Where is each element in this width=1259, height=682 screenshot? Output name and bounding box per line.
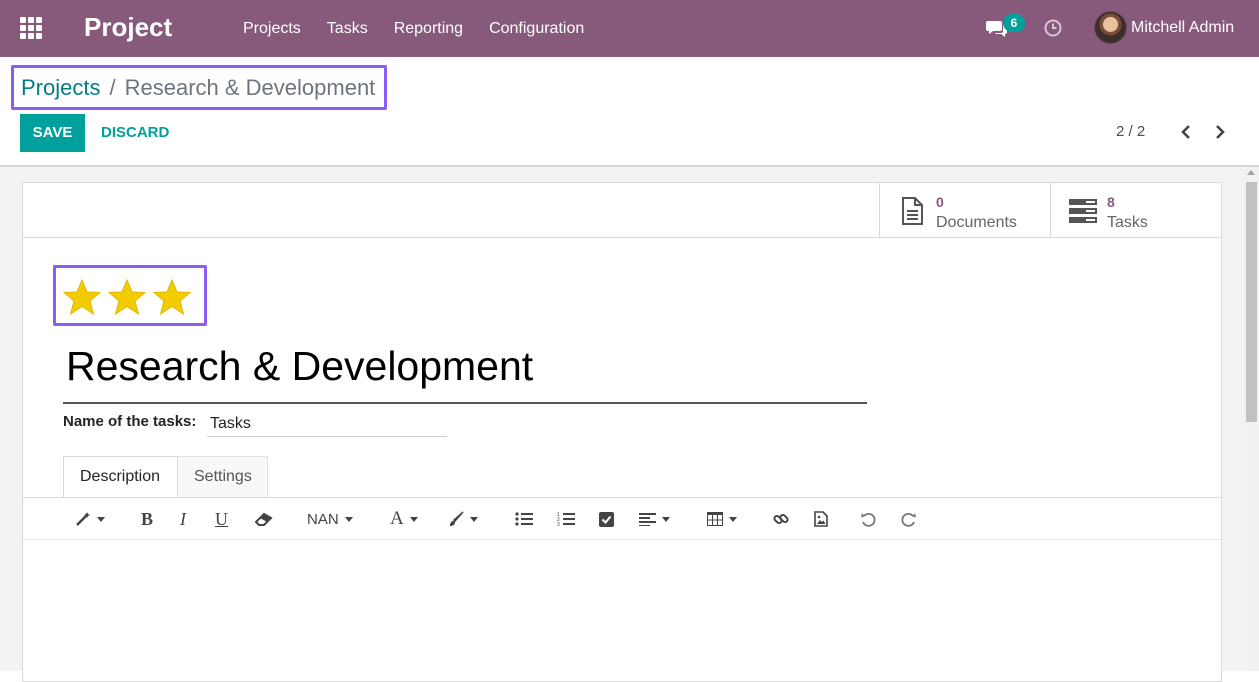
eraser-icon: [255, 512, 273, 526]
form-sheet: 0 Documents 8 Tasks Research & Developme…: [22, 182, 1222, 682]
documents-count: 0: [936, 194, 944, 210]
app-title[interactable]: Project: [84, 12, 172, 43]
activity-clock-icon[interactable]: [1044, 19, 1062, 37]
align-left-icon: [639, 513, 656, 526]
bullet-list-icon: [515, 512, 533, 526]
breadcrumb-projects-link[interactable]: Projects: [21, 75, 100, 101]
bullet-list-button[interactable]: [515, 508, 533, 530]
user-name[interactable]: Mitchell Admin: [1131, 19, 1234, 37]
undo-icon: [861, 512, 876, 527]
font-size-dropdown[interactable]: NAN: [307, 508, 353, 530]
table-dropdown[interactable]: [707, 508, 737, 530]
link-button[interactable]: [773, 508, 789, 530]
highlight-color-button[interactable]: [448, 508, 478, 530]
star-icon[interactable]: [153, 279, 191, 315]
tasks-label: Tasks: [1107, 214, 1148, 231]
editor-toolbar: B I U NAN A 1 2 3: [23, 498, 1221, 540]
checklist-button[interactable]: [599, 508, 614, 530]
save-button[interactable]: SAVE: [20, 114, 85, 152]
tab-description[interactable]: Description: [63, 456, 178, 498]
tasks-name-input[interactable]: [207, 411, 447, 437]
pager-value[interactable]: 2 / 2: [1116, 123, 1145, 140]
magic-wand-icon: [76, 512, 90, 526]
breadcrumb-separator: /: [109, 74, 116, 100]
redo-button[interactable]: [901, 508, 916, 530]
image-button[interactable]: [814, 508, 828, 530]
align-dropdown[interactable]: [639, 508, 670, 530]
numbered-list-icon: 1 2 3: [557, 512, 575, 527]
tasks-smart-button[interactable]: 8 Tasks: [1050, 183, 1221, 238]
tasks-count: 8: [1107, 194, 1115, 210]
menu-item-tasks[interactable]: Tasks: [327, 20, 368, 38]
font-color-button[interactable]: A: [390, 508, 418, 530]
apps-menu-icon[interactable]: [20, 17, 42, 39]
link-icon: [773, 513, 789, 525]
main-menu: Projects Tasks Reporting Configuration: [243, 0, 610, 57]
magic-wand-button[interactable]: [75, 508, 105, 530]
menu-item-configuration[interactable]: Configuration: [489, 20, 584, 38]
messages-count-badge: 6: [1003, 14, 1025, 32]
scrollbar-thumb[interactable]: [1246, 182, 1257, 422]
scroll-up-icon[interactable]: [1247, 170, 1255, 175]
numbered-list-button[interactable]: 1 2 3: [557, 508, 575, 530]
image-icon: [814, 511, 828, 527]
priority-widget: [53, 265, 207, 326]
breadcrumb: Projects / Research & Development: [11, 65, 387, 110]
undo-button[interactable]: [861, 508, 876, 530]
discard-button[interactable]: DISCARD: [101, 114, 169, 152]
star-icon[interactable]: [108, 279, 146, 315]
title-underline: [63, 402, 867, 404]
chevron-left-icon[interactable]: [1178, 123, 1194, 141]
chevron-right-icon[interactable]: [1212, 123, 1228, 141]
redo-icon: [901, 512, 916, 527]
record-title-field[interactable]: Research & Development: [66, 343, 533, 390]
svg-text:3: 3: [557, 522, 560, 527]
top-navbar: Project Projects Tasks Reporting Configu…: [0, 0, 1259, 57]
underline-button[interactable]: U: [215, 508, 228, 530]
star-icon[interactable]: [63, 279, 101, 315]
paintbrush-icon: [450, 511, 464, 526]
table-icon: [707, 512, 723, 526]
italic-button[interactable]: I: [180, 508, 186, 530]
documents-smart-button[interactable]: 0 Documents: [879, 183, 1050, 238]
smart-button-box: 0 Documents 8 Tasks: [23, 183, 1221, 238]
documents-label: Documents: [936, 214, 1017, 231]
breadcrumb-current: Research & Development: [124, 74, 376, 100]
menu-item-reporting[interactable]: Reporting: [394, 20, 463, 38]
eraser-button[interactable]: [255, 508, 273, 530]
font-color-icon: A: [390, 508, 404, 529]
tasks-list-icon: [1069, 199, 1097, 223]
menu-item-projects[interactable]: Projects: [243, 20, 301, 38]
font-size-value: NAN: [307, 510, 339, 528]
checkbox-icon: [599, 511, 614, 527]
document-icon: [902, 197, 923, 225]
tab-settings[interactable]: Settings: [178, 456, 268, 498]
user-avatar[interactable]: [1094, 11, 1127, 44]
bold-button[interactable]: B: [141, 508, 153, 530]
tasks-name-label: Name of the tasks:: [63, 413, 197, 430]
